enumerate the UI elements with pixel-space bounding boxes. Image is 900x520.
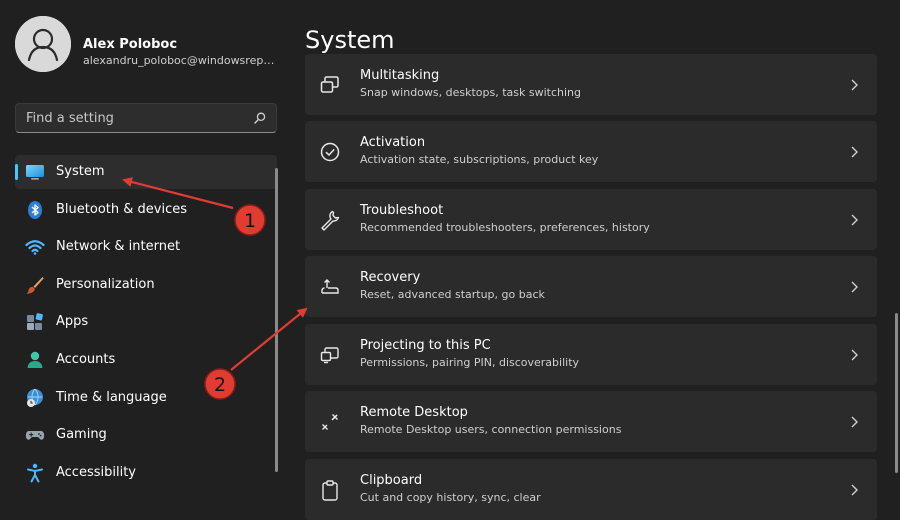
sidebar-item-label: Bluetooth & devices xyxy=(56,201,187,217)
user-email: alexandru_poloboc@windowsreport... xyxy=(83,54,278,67)
card-projecting[interactable]: Projecting to this PC Permissions, pairi… xyxy=(305,324,877,385)
card-title: Troubleshoot xyxy=(360,203,444,218)
sidebar-item-label: Gaming xyxy=(56,427,107,443)
clipboard-icon xyxy=(322,480,338,501)
sidebar-item-personalization[interactable]: Personalization xyxy=(15,268,277,302)
chevron-right-icon xyxy=(851,349,858,361)
chevron-right-icon xyxy=(851,214,858,226)
projecting-icon xyxy=(320,347,339,364)
sidebar-item-label: Personalization xyxy=(56,276,155,292)
user-avatar-icon xyxy=(15,16,71,72)
accounts-icon xyxy=(27,351,43,368)
card-recovery[interactable]: Recovery Reset, advanced startup, go bac… xyxy=(305,256,877,317)
card-title: Activation xyxy=(360,135,426,150)
card-title: Projecting to this PC xyxy=(360,338,491,353)
search-icon[interactable] xyxy=(253,111,267,125)
sidebar-item-gaming[interactable]: Gaming xyxy=(15,418,277,452)
active-indicator xyxy=(15,164,18,180)
sidebar-item-label: Accessibility xyxy=(56,464,136,480)
chevron-right-icon xyxy=(851,146,858,158)
bluetooth-icon xyxy=(28,200,42,219)
sidebar-item-label: Network & internet xyxy=(56,239,181,255)
main-content: System Multitasking Snap windows, deskto… xyxy=(290,0,900,520)
card-subtitle: Reset, advanced startup, go back xyxy=(360,288,545,301)
sidebar-item-label: System xyxy=(56,164,105,179)
card-troubleshoot[interactable]: Troubleshoot Recommended troubleshooters… xyxy=(305,189,877,250)
brush-icon xyxy=(26,276,44,294)
sidebar-item-network[interactable]: Network & internet xyxy=(15,230,277,264)
remote-desktop-icon xyxy=(322,414,338,430)
search-input[interactable] xyxy=(16,104,241,132)
card-subtitle: Cut and copy history, sync, clear xyxy=(360,491,541,504)
apps-icon xyxy=(27,313,43,331)
gamepad-icon xyxy=(25,431,45,440)
card-subtitle: Recommended troubleshooters, preferences… xyxy=(360,221,650,234)
card-title: Clipboard xyxy=(360,473,423,488)
sidebar-item-system[interactable]: System xyxy=(15,155,277,189)
sidebar-item-accessibility[interactable]: Accessibility xyxy=(15,456,277,490)
card-subtitle: Activation state, subscriptions, product… xyxy=(360,153,599,166)
accessibility-icon xyxy=(27,463,43,483)
chevron-right-icon xyxy=(851,484,858,496)
multitasking-icon xyxy=(320,76,339,93)
sidebar: Alex Poloboc alexandru_poloboc@windowsre… xyxy=(0,0,290,500)
sidebar-item-bluetooth[interactable]: Bluetooth & devices xyxy=(15,193,277,227)
card-subtitle: Remote Desktop users, connection permiss… xyxy=(360,423,622,436)
card-activation[interactable]: Activation Activation state, subscriptio… xyxy=(305,121,877,182)
sidebar-item-label: Accounts xyxy=(56,351,116,367)
sidebar-item-time-language[interactable]: Time & language xyxy=(15,381,277,415)
main-scrollbar[interactable] xyxy=(895,313,898,473)
sidebar-nav: System Bluetooth & devices Network & int… xyxy=(15,155,277,493)
globe-clock-icon xyxy=(27,388,43,407)
system-display-icon xyxy=(26,165,44,180)
user-name: Alex Poloboc xyxy=(83,37,178,52)
search-box[interactable] xyxy=(15,103,277,133)
chevron-right-icon xyxy=(851,416,858,428)
sidebar-item-label: Time & language xyxy=(56,389,167,405)
chevron-right-icon xyxy=(851,79,858,91)
chevron-right-icon xyxy=(851,281,858,293)
activation-check-icon xyxy=(320,142,340,162)
card-title: Recovery xyxy=(360,270,421,285)
recovery-icon xyxy=(321,279,339,294)
card-subtitle: Permissions, pairing PIN, discoverabilit… xyxy=(360,356,580,369)
sidebar-item-label: Apps xyxy=(56,314,89,330)
card-remote-desktop[interactable]: Remote Desktop Remote Desktop users, con… xyxy=(305,391,877,452)
card-subtitle: Snap windows, desktops, task switching xyxy=(360,86,582,99)
sidebar-item-accounts[interactable]: Accounts xyxy=(15,343,277,377)
card-clipboard[interactable]: Clipboard Cut and copy history, sync, cl… xyxy=(305,459,877,520)
page-title: System xyxy=(305,26,395,54)
wrench-icon xyxy=(321,210,340,231)
card-title: Remote Desktop xyxy=(360,405,468,420)
wifi-icon xyxy=(25,240,45,255)
card-multitasking[interactable]: Multitasking Snap windows, desktops, tas… xyxy=(305,54,877,115)
card-title: Multitasking xyxy=(360,68,440,83)
sidebar-item-apps[interactable]: Apps xyxy=(15,305,277,339)
sidebar-scrollbar[interactable] xyxy=(275,168,278,472)
avatar[interactable] xyxy=(15,16,71,72)
